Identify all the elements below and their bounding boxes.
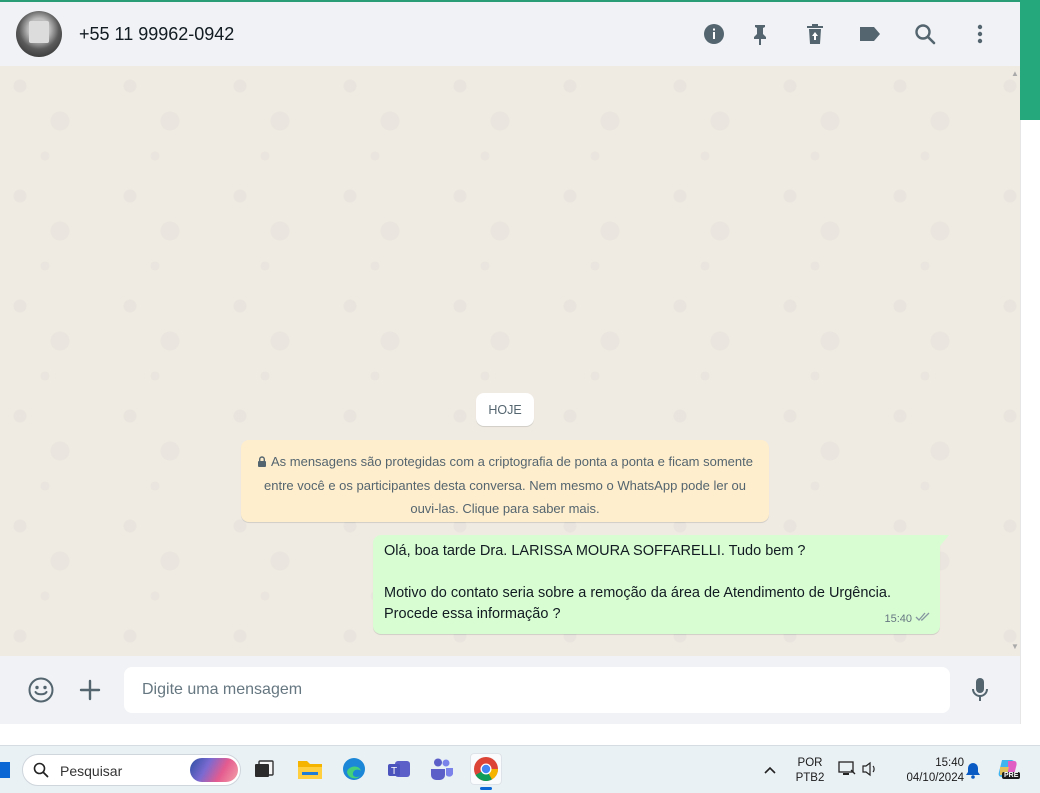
message-time: 15:40 bbox=[884, 613, 912, 625]
page-scrollbar-thumb[interactable] bbox=[1020, 0, 1040, 120]
taskbar-search[interactable]: Pesquisar bbox=[22, 754, 241, 786]
chat-scroll-down-arrow[interactable]: ▼ bbox=[1011, 642, 1019, 651]
message-meta: 15:40 bbox=[884, 609, 931, 630]
notification-bell-icon[interactable] bbox=[965, 761, 981, 784]
lock-icon bbox=[257, 451, 267, 474]
file-explorer-icon[interactable] bbox=[294, 753, 326, 785]
language-line2: PTB2 bbox=[795, 772, 825, 784]
message-input[interactable] bbox=[124, 667, 950, 713]
attach-plus-icon[interactable] bbox=[75, 675, 105, 705]
active-app-indicator bbox=[480, 787, 492, 790]
message-composer bbox=[0, 656, 1020, 724]
contact-name[interactable]: +55 11 99962-0942 bbox=[79, 24, 234, 45]
microphone-icon[interactable] bbox=[965, 675, 995, 705]
copilot-badge: PRE bbox=[1002, 772, 1021, 779]
clock-time: 15:40 bbox=[935, 757, 964, 769]
chat-header: +55 11 99962-0942 bbox=[0, 2, 1020, 66]
chat-scroll-up-arrow[interactable]: ▲ bbox=[1011, 69, 1019, 78]
encryption-notice-text: As mensagens são protegidas com a cripto… bbox=[264, 454, 753, 516]
encryption-notice[interactable]: As mensagens são protegidas com a cripto… bbox=[241, 440, 769, 522]
emoji-icon[interactable] bbox=[26, 675, 56, 705]
label-icon[interactable] bbox=[855, 19, 885, 49]
contact-avatar[interactable] bbox=[16, 11, 62, 57]
start-button[interactable] bbox=[0, 762, 10, 778]
message-line: Motivo do contato seria sobre a remoção … bbox=[384, 585, 891, 622]
svg-text:T: T bbox=[391, 766, 397, 777]
taskbar-search-label: Pesquisar bbox=[60, 763, 123, 779]
bubble-tail bbox=[940, 535, 949, 546]
language-line1: POR bbox=[797, 757, 823, 769]
pin-icon[interactable] bbox=[745, 19, 775, 49]
message-line: Olá, boa tarde Dra. LARISSA MOURA SOFFAR… bbox=[384, 543, 806, 559]
copilot-icon[interactable]: PRE bbox=[996, 757, 1022, 783]
chrome-browser-icon[interactable] bbox=[470, 753, 502, 785]
delete-icon[interactable] bbox=[800, 19, 830, 49]
whatsapp-window: +55 11 99962-0942 ▲ ▼ HOJE As mensagens … bbox=[0, 0, 1020, 724]
search-highlight-image bbox=[190, 758, 238, 782]
edge-browser-icon[interactable] bbox=[338, 753, 370, 785]
info-icon[interactable] bbox=[699, 19, 729, 49]
teams-icon[interactable]: T bbox=[383, 753, 415, 785]
outgoing-message[interactable]: Olá, boa tarde Dra. LARISSA MOURA SOFFAR… bbox=[373, 535, 940, 634]
taskbar-clock[interactable]: 15:40 04/10/2024 bbox=[890, 756, 964, 786]
menu-icon[interactable] bbox=[965, 19, 995, 49]
search-icon bbox=[33, 762, 49, 783]
clock-date: 04/10/2024 bbox=[906, 772, 964, 784]
windows-taskbar: Pesquisar T POR PTB2 15:40 04/10/2024 PR… bbox=[0, 745, 1040, 793]
double-check-icon bbox=[915, 609, 931, 630]
tray-chevron-up-icon[interactable] bbox=[763, 762, 777, 780]
date-chip: HOJE bbox=[476, 393, 534, 426]
task-view-icon[interactable] bbox=[248, 753, 280, 785]
teams-people-icon[interactable] bbox=[426, 753, 458, 785]
network-icon[interactable] bbox=[838, 760, 856, 783]
search-icon[interactable] bbox=[910, 19, 940, 49]
volume-icon[interactable] bbox=[861, 761, 879, 782]
language-indicator[interactable]: POR PTB2 bbox=[792, 756, 828, 786]
